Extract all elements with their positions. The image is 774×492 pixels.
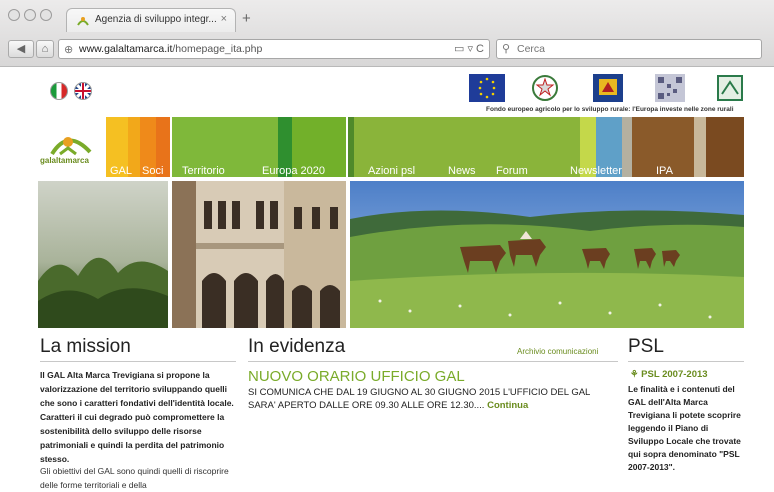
- search-bar[interactable]: ⚲: [496, 39, 762, 59]
- palazzo-photo: [172, 181, 346, 328]
- favicon-icon: [77, 17, 89, 26]
- news-title-link[interactable]: NUOVO ORARIO UFFICIO GAL: [248, 368, 465, 385]
- psl-divider: [628, 361, 744, 362]
- search-input[interactable]: [517, 41, 747, 57]
- nav-item-news[interactable]: News: [448, 165, 476, 177]
- qr-logo: [655, 74, 685, 102]
- psl-2007-2013-link[interactable]: ⚘ PSL 2007-2013: [630, 369, 708, 380]
- horses-photo: [350, 181, 744, 328]
- nav-item-gal[interactable]: GAL: [110, 165, 132, 177]
- new-tab-button[interactable]: +: [242, 11, 251, 26]
- mission-text: Il GAL Alta Marca Trevigiana si propone …: [40, 370, 234, 464]
- mission-heading: La mission: [40, 336, 131, 357]
- back-button[interactable]: ◀: [8, 40, 34, 58]
- leaf-icon: ⚘: [630, 369, 639, 380]
- italy-emblem-logo: [531, 74, 559, 102]
- nav-item-azioni-psl[interactable]: Azioni psl: [368, 165, 415, 177]
- psl-text: Le finalità e i contenuti del GAL dell'A…: [628, 384, 741, 472]
- regione-veneto-logo: [593, 74, 623, 102]
- browser-tab[interactable]: Agenzia di sviluppo integr... ×: [66, 8, 236, 32]
- tab-title: Agenzia di sviluppo integr...: [95, 14, 217, 25]
- nav-item-newsletter[interactable]: Newsletter: [570, 165, 622, 177]
- nav-item-soci[interactable]: Soci: [142, 165, 163, 177]
- funding-caption: Fondo europeo agricolo per lo sviluppo r…: [486, 106, 734, 113]
- home-icon: ⌂: [41, 43, 49, 55]
- minimize-window-button[interactable]: [24, 9, 36, 21]
- mission-divider: [40, 361, 236, 362]
- evidenza-heading: In evidenza: [248, 336, 346, 357]
- psl-link-label: PSL 2007-2013: [641, 369, 708, 380]
- continua-link[interactable]: Continua: [487, 400, 528, 411]
- nav-item-territorio[interactable]: Territorio: [182, 165, 225, 177]
- search-icon: ⚲: [502, 43, 511, 55]
- forest-photo: [38, 181, 168, 328]
- evidenza-divider: [248, 361, 618, 362]
- italian-flag-icon[interactable]: [50, 82, 68, 100]
- leader-logo: [716, 74, 744, 102]
- browser-chrome: Agenzia di sviluppo integr... × + ◀ ⌂ ⊕ …: [0, 0, 774, 67]
- news-text: SI COMUNICA CHE DAL 19 GIUGNO AL 30 GIUG…: [248, 387, 590, 411]
- close-window-button[interactable]: [8, 9, 20, 21]
- url-domain: www.galaltamarca.it: [79, 43, 173, 55]
- main-nav: GAL Soci Territorio Europa 2020 Azioni p…: [38, 117, 744, 177]
- mission-text-2: Gli obiettivi del GAL sono quindi quelli…: [40, 466, 229, 490]
- tab-close-icon[interactable]: ×: [221, 13, 227, 25]
- url-text[interactable]: www.galaltamarca.it/homepage_ita.php: [79, 43, 262, 55]
- nav-item-ipa[interactable]: IPA: [656, 165, 673, 177]
- address-bar[interactable]: ⊕ www.galaltamarca.it/homepage_ita.php ▭…: [58, 39, 490, 59]
- url-path: /homepage_ita.php: [172, 43, 263, 55]
- psl-heading: PSL: [628, 336, 664, 357]
- nav-item-europa-2020[interactable]: Europa 2020: [262, 165, 325, 177]
- eu-logo: [469, 74, 505, 102]
- back-arrow-icon: ◀: [16, 43, 26, 55]
- globe-icon: ⊕: [64, 44, 74, 56]
- archive-link[interactable]: Archivio comunicazioni: [517, 347, 598, 356]
- home-button[interactable]: ⌂: [36, 40, 54, 58]
- reload-button[interactable]: ▭ ▿ C: [454, 42, 484, 55]
- zoom-window-button[interactable]: [40, 9, 52, 21]
- nav-item-forum[interactable]: Forum: [496, 165, 528, 177]
- english-flag-icon[interactable]: [74, 82, 92, 100]
- news-body: SI COMUNICA CHE DAL 19 GIUGNO AL 30 GIUG…: [248, 386, 618, 412]
